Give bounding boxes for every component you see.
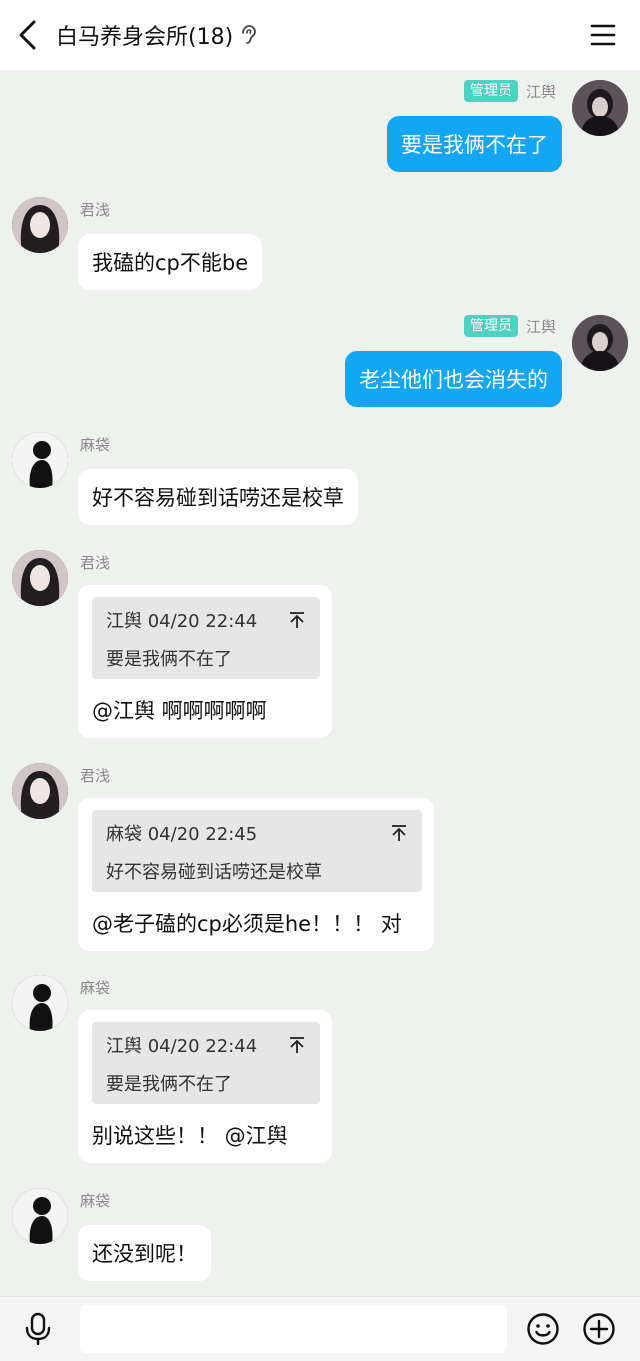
quote-header: 江舆 04/20 22:44 bbox=[106, 611, 258, 632]
message-input[interactable] bbox=[80, 1305, 507, 1353]
avatar[interactable] bbox=[12, 432, 68, 488]
avatar-silhouette-icon bbox=[12, 975, 68, 1031]
quoted-message[interactable]: 江舆 04/20 22:44 要是我俩不在了 bbox=[92, 597, 320, 679]
avatar-portrait-icon bbox=[572, 315, 628, 371]
message-text: 还没到呢！ bbox=[92, 1242, 197, 1266]
message-bubble[interactable]: 老尘他们也会消失的 bbox=[345, 351, 562, 407]
jump-to-quote-icon[interactable] bbox=[288, 611, 306, 629]
message-bubble[interactable]: 要是我俩不在了 bbox=[387, 116, 562, 172]
sender-name: 君浅 bbox=[80, 767, 111, 785]
sender-line: 管理员 江舆 bbox=[463, 80, 556, 102]
admin-badge: 管理员 bbox=[463, 80, 518, 102]
ear-icon bbox=[242, 25, 257, 44]
quote-header: 麻袋 04/20 22:45 bbox=[106, 824, 258, 845]
sender-line: 麻袋 bbox=[80, 1190, 110, 1211]
avatar[interactable] bbox=[12, 975, 68, 1031]
sender-name: 麻袋 bbox=[80, 1192, 111, 1210]
admin-badge: 管理员 bbox=[463, 315, 518, 337]
plus-circle-icon bbox=[583, 1313, 615, 1345]
message-bubble[interactable]: 江舆 04/20 22:44 要是我俩不在了 别说这些！！ @江舆 bbox=[78, 1010, 332, 1163]
chevron-left-icon bbox=[19, 20, 36, 50]
sender-name: 麻袋 bbox=[80, 436, 111, 454]
sender-line: 麻袋 bbox=[80, 434, 110, 455]
message-text: 老尘他们也会消失的 bbox=[359, 368, 548, 392]
avatar-portrait-icon bbox=[12, 550, 68, 606]
avatar[interactable] bbox=[572, 315, 628, 371]
sender-line: 君浅 bbox=[80, 765, 110, 786]
message-text: 好不容易碰到话唠还是校草 bbox=[92, 486, 344, 510]
back-button[interactable] bbox=[14, 18, 44, 52]
microphone-icon bbox=[25, 1312, 51, 1346]
sender-line: 管理员 江舆 bbox=[463, 315, 556, 337]
chat-message-list[interactable]: 管理员 江舆 要是我俩不在了 君浅 我磕的cp不能be 管理员 江舆 老尘他们也… bbox=[0, 70, 640, 1296]
quoted-message[interactable]: 江舆 04/20 22:44 要是我俩不在了 bbox=[92, 1022, 320, 1104]
quote-header: 江舆 04/20 22:44 bbox=[106, 1036, 258, 1057]
avatar[interactable] bbox=[572, 80, 628, 136]
input-bar bbox=[0, 1296, 640, 1361]
avatar-portrait-icon bbox=[12, 763, 68, 819]
message-text: @江舆 啊啊啊啊啊 bbox=[92, 699, 267, 723]
avatar[interactable] bbox=[12, 550, 68, 606]
avatar-silhouette-icon bbox=[12, 432, 68, 488]
message-text: 要是我俩不在了 bbox=[401, 133, 548, 157]
more-button[interactable] bbox=[582, 1312, 616, 1346]
message-bubble[interactable]: 我磕的cp不能be bbox=[78, 234, 263, 290]
avatar-portrait-icon bbox=[572, 80, 628, 136]
message-bubble[interactable]: 好不容易碰到话唠还是校草 bbox=[78, 469, 358, 525]
avatar-silhouette-icon bbox=[12, 1188, 68, 1244]
quoted-message[interactable]: 麻袋 04/20 22:45 好不容易碰到话唠还是校草 bbox=[92, 810, 422, 892]
emoji-icon bbox=[527, 1313, 559, 1345]
sender-name: 江舆 bbox=[525, 82, 556, 101]
message-bubble[interactable]: 江舆 04/20 22:44 要是我俩不在了 @江舆 啊啊啊啊啊 bbox=[78, 585, 332, 738]
sender-name: 麻袋 bbox=[80, 979, 111, 997]
jump-to-quote-icon[interactable] bbox=[390, 824, 408, 842]
quote-text: 好不容易碰到话唠还是校草 bbox=[106, 862, 322, 883]
emoji-button[interactable] bbox=[526, 1312, 560, 1346]
title-group[interactable]: 白马养身会所(18) bbox=[56, 0, 257, 70]
group-title: 白马养身会所(18) bbox=[56, 25, 234, 50]
jump-to-quote-icon[interactable] bbox=[288, 1036, 306, 1054]
quote-text: 要是我俩不在了 bbox=[106, 1074, 232, 1095]
sender-line: 君浅 bbox=[80, 552, 110, 573]
avatar-portrait-icon bbox=[12, 197, 68, 253]
sender-name: 君浅 bbox=[80, 554, 111, 572]
avatar[interactable] bbox=[12, 1188, 68, 1244]
sender-name: 君浅 bbox=[80, 201, 111, 219]
message-text: 我磕的cp不能be bbox=[92, 251, 249, 275]
sender-line: 麻袋 bbox=[80, 977, 110, 998]
message-bubble[interactable]: 麻袋 04/20 22:45 好不容易碰到话唠还是校草 @老子磕的cp必须是he… bbox=[78, 798, 434, 951]
sender-line: 君浅 bbox=[80, 199, 110, 220]
menu-button[interactable] bbox=[590, 22, 616, 48]
avatar[interactable] bbox=[12, 197, 68, 253]
message-bubble[interactable]: 还没到呢！ bbox=[78, 1225, 211, 1281]
hamburger-menu-icon bbox=[590, 24, 616, 46]
avatar[interactable] bbox=[12, 763, 68, 819]
chat-header: 白马养身会所(18) bbox=[0, 0, 640, 70]
message-text: 别说这些！！ @江舆 bbox=[92, 1124, 288, 1148]
quote-text: 要是我俩不在了 bbox=[106, 649, 232, 670]
voice-button[interactable] bbox=[22, 1312, 54, 1346]
message-text: @老子磕的cp必须是he！！！ 对 bbox=[92, 912, 402, 936]
sender-name: 江舆 bbox=[525, 317, 556, 336]
